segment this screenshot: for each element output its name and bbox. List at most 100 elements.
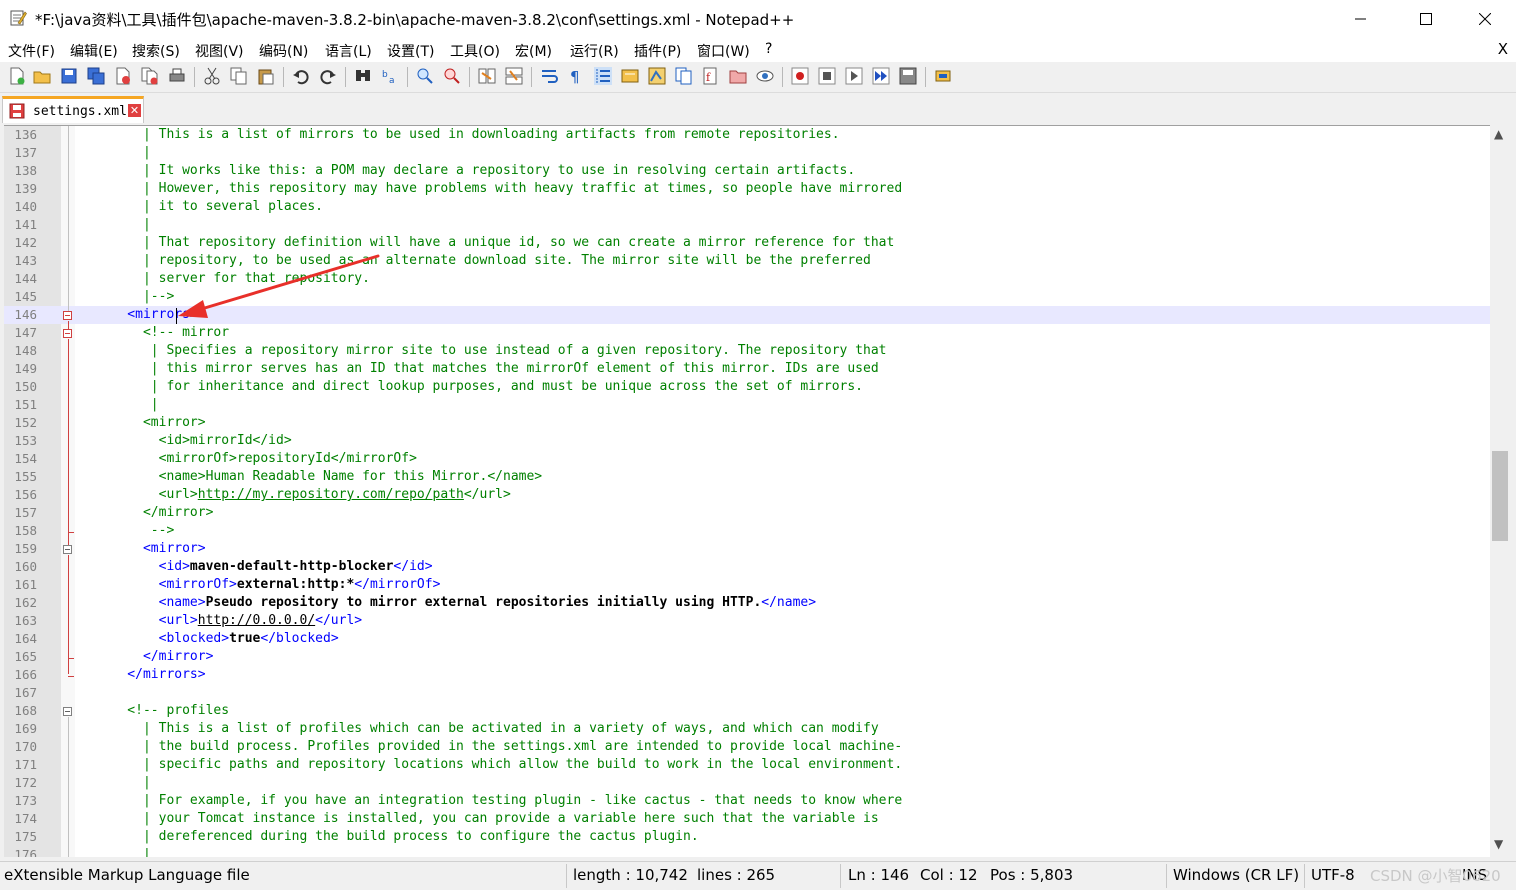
code-line[interactable]: 147 <!-- mirror — [4, 324, 1490, 342]
record-macro-icon[interactable] — [791, 67, 809, 85]
redo-icon[interactable] — [319, 67, 337, 85]
code-line[interactable]: 137 | — [4, 144, 1490, 162]
tab-close-icon[interactable]: ✕ — [128, 104, 141, 117]
code-line[interactable]: 176 | — [4, 846, 1490, 857]
code-line[interactable]: 172 | — [4, 774, 1490, 792]
code-line[interactable]: 148 | Specifies a repository mirror site… — [4, 342, 1490, 360]
code-line[interactable]: 145 |--> — [4, 288, 1490, 306]
code-line[interactable]: 160 <id>maven-default-http-blocker</id> — [4, 558, 1490, 576]
code-line[interactable]: 175 | dereferenced during the build proc… — [4, 828, 1490, 846]
run-macro-multiple-icon[interactable] — [872, 67, 890, 85]
code-line[interactable]: 143 | repository, to be used as an alter… — [4, 252, 1490, 270]
fold-toggle-mirrors[interactable] — [63, 311, 72, 320]
code-line[interactable]: 142 | That repository definition will ha… — [4, 234, 1490, 252]
code-line[interactable]: 168 <!-- profiles — [4, 702, 1490, 720]
stop-recording-icon[interactable] — [818, 67, 836, 85]
code-line[interactable]: 171 | specific paths and repository loca… — [4, 756, 1490, 774]
plugin-icon[interactable] — [934, 67, 952, 85]
scroll-down-icon[interactable]: ▼ — [1494, 837, 1503, 851]
code-line[interactable]: 173 | For example, if you have an integr… — [4, 792, 1490, 810]
code-line[interactable]: 167 — [4, 684, 1490, 702]
close-all-icon[interactable] — [141, 67, 159, 85]
code-line[interactable]: 157 </mirror> — [4, 504, 1490, 522]
code-line[interactable]: 136 | This is a list of mirrors to be us… — [4, 126, 1490, 144]
menu-window[interactable]: 窗口(W) — [697, 41, 750, 61]
code-line[interactable]: 169 | This is a list of profiles which c… — [4, 720, 1490, 738]
cut-icon[interactable] — [203, 67, 221, 85]
fold-toggle-mirror[interactable] — [63, 545, 72, 554]
menu-tools[interactable]: 工具(O) — [450, 41, 500, 61]
code-line[interactable]: 164 <blocked>true</blocked> — [4, 630, 1490, 648]
menu-run[interactable]: 运行(R) — [570, 41, 619, 61]
code-line[interactable]: 166 </mirrors> — [4, 666, 1490, 684]
open-file-icon[interactable] — [33, 67, 51, 85]
show-all-characters-icon[interactable]: ¶ — [567, 67, 585, 85]
scroll-up-icon[interactable]: ▲ — [1494, 127, 1503, 141]
code-line[interactable]: 149 | this mirror serves has an ID that … — [4, 360, 1490, 378]
code-line[interactable]: 158 --> — [4, 522, 1490, 540]
menu-search[interactable]: 搜索(S) — [132, 41, 180, 61]
code-line[interactable]: 159 <mirror> — [4, 540, 1490, 558]
code-line[interactable]: 156 <url>http://my.repository.com/repo/p… — [4, 486, 1490, 504]
code-line[interactable]: 151 | — [4, 396, 1490, 414]
minimize-button[interactable] — [1330, 0, 1392, 38]
code-line[interactable]: 170 | the build process. Profiles provid… — [4, 738, 1490, 756]
document-list-icon[interactable] — [675, 67, 693, 85]
code-line[interactable]: 153 <id>mirrorId</id> — [4, 432, 1490, 450]
paste-icon[interactable] — [257, 67, 275, 85]
code-line[interactable]: 152 <mirror> — [4, 414, 1490, 432]
save-macro-icon[interactable] — [899, 67, 917, 85]
sync-horizontal-icon[interactable] — [505, 67, 523, 85]
zoom-in-icon[interactable] — [416, 67, 434, 85]
fold-toggle-mirror-comment[interactable] — [63, 329, 72, 338]
undo-icon[interactable] — [292, 67, 310, 85]
code-line[interactable]: 139 | However, this repository may have … — [4, 180, 1490, 198]
code-editor[interactable]: 136 | This is a list of mirrors to be us… — [4, 125, 1490, 857]
sync-vertical-icon[interactable] — [478, 67, 496, 85]
monitoring-icon[interactable] — [756, 67, 774, 85]
scrollbar-thumb[interactable] — [1492, 451, 1508, 541]
code-line[interactable]: 140 | it to several places. — [4, 198, 1490, 216]
menu-help[interactable]: ? — [765, 41, 772, 57]
code-line[interactable]: 155 <name>Human Readable Name for this M… — [4, 468, 1490, 486]
print-icon[interactable] — [168, 67, 186, 85]
zoom-out-icon[interactable] — [443, 67, 461, 85]
play-macro-icon[interactable] — [845, 67, 863, 85]
find-icon[interactable] — [354, 67, 372, 85]
indent-guide-icon[interactable] — [594, 67, 612, 85]
document-map-icon[interactable] — [648, 67, 666, 85]
menu-settings[interactable]: 设置(T) — [387, 41, 434, 61]
word-wrap-icon[interactable] — [540, 67, 558, 85]
code-line[interactable]: 162 <name>Pseudo repository to mirror ex… — [4, 594, 1490, 612]
code-line[interactable]: 138 | It works like this: a POM may decl… — [4, 162, 1490, 180]
menu-macro[interactable]: 宏(M) — [515, 41, 552, 61]
menu-view[interactable]: 视图(V) — [195, 41, 244, 61]
save-icon[interactable] — [60, 67, 78, 85]
menu-edit[interactable]: 编辑(E) — [70, 41, 118, 61]
menu-encoding[interactable]: 编码(N) — [259, 41, 308, 61]
tab-settings-xml[interactable]: settings.xml ✕ — [2, 96, 144, 123]
replace-icon[interactable]: ba — [381, 67, 399, 85]
maximize-button[interactable] — [1395, 0, 1457, 38]
code-line[interactable]: 144 | server for that repository. — [4, 270, 1490, 288]
menu-file[interactable]: 文件(F) — [8, 41, 55, 61]
user-language-icon[interactable] — [621, 67, 639, 85]
code-line[interactable]: 150 | for inheritance and direct lookup … — [4, 378, 1490, 396]
vertical-scrollbar[interactable]: ▲ ▼ — [1490, 125, 1510, 856]
new-file-icon[interactable] — [8, 67, 26, 85]
code-line[interactable]: 161 <mirrorOf>external:http:*</mirrorOf> — [4, 576, 1490, 594]
copy-icon[interactable] — [230, 67, 248, 85]
fold-toggle-profiles-comment[interactable] — [63, 707, 72, 716]
code-line[interactable]: 146 <mirrors> — [4, 306, 1490, 324]
save-all-icon[interactable] — [87, 67, 105, 85]
folder-workspace-icon[interactable] — [729, 67, 747, 85]
code-line[interactable]: 174 | your Tomcat instance is installed,… — [4, 810, 1490, 828]
function-list-icon[interactable]: f — [702, 67, 720, 85]
close-window-button[interactable] — [1454, 0, 1516, 38]
close-document-button[interactable]: X — [1498, 40, 1508, 58]
code-line[interactable]: 163 <url>http://0.0.0.0/</url> — [4, 612, 1490, 630]
code-line[interactable]: 154 <mirrorOf>repositoryId</mirrorOf> — [4, 450, 1490, 468]
close-file-icon[interactable] — [114, 67, 132, 85]
code-line[interactable]: 165 </mirror> — [4, 648, 1490, 666]
code-line[interactable]: 141 | — [4, 216, 1490, 234]
